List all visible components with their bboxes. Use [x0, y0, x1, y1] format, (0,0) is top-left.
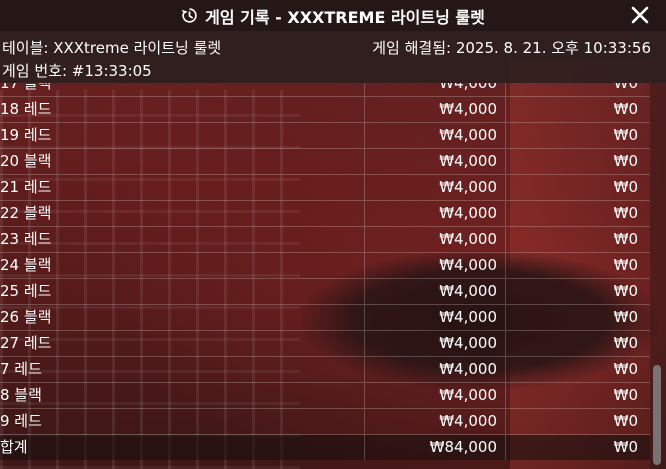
table-row: 19 레드 ₩4,000 ₩0 [0, 123, 650, 149]
table-name: 테이블: XXXtreme 라이트닝 룰렛 [2, 39, 222, 57]
amount-cell: ₩4,000 [439, 334, 497, 352]
table-row: 26 블랙 ₩4,000 ₩0 [0, 305, 650, 331]
game-number: 게임 번호: #13:33:05 [2, 62, 152, 80]
bet-cell: 23 레드 [0, 230, 52, 248]
total-amount: ₩84,000 [429, 438, 497, 456]
amount-cell: ₩4,000 [439, 204, 497, 222]
bet-cell: 24 블랙 [0, 256, 52, 274]
payout-cell: ₩0 [613, 83, 638, 92]
payout-cell: ₩0 [613, 152, 638, 170]
game-info-panel: 테이블: XXXtreme 라이트닝 룰렛 게임 해결됨: 2025. 8. 2… [0, 31, 666, 83]
amount-cell: ₩4,000 [439, 152, 497, 170]
game-resolved-time: 게임 해결됨: 2025. 8. 21. 오후 10:33:56 [372, 39, 651, 57]
table-row: 25 레드 ₩4,000 ₩0 [0, 279, 650, 305]
bet-cell: 9 레드 [0, 412, 42, 430]
table-row: 18 레드 ₩4,000 ₩0 [0, 97, 650, 123]
bet-cell: 26 블랙 [0, 308, 52, 326]
total-payout: ₩0 [613, 438, 638, 456]
bet-cell: 21 레드 [0, 178, 52, 196]
bet-cell: 25 레드 [0, 282, 52, 300]
amount-cell: ₩4,000 [439, 126, 497, 144]
table-row: 7 레드 ₩4,000 ₩0 [0, 357, 650, 383]
amount-cell: ₩4,000 [439, 360, 497, 378]
bet-history-table: 17 블랙 ₩4,000 ₩0 18 레드 ₩4,000 ₩0 19 레드 ₩4… [0, 83, 650, 469]
table-row: 8 블랙 ₩4,000 ₩0 [0, 383, 650, 409]
amount-cell: ₩4,000 [439, 282, 497, 300]
amount-cell: ₩4,000 [439, 256, 497, 274]
payout-cell: ₩0 [613, 308, 638, 326]
bet-cell: 8 블랙 [0, 386, 42, 404]
table-row: 22 블랙 ₩4,000 ₩0 [0, 201, 650, 227]
payout-cell: ₩0 [613, 334, 638, 352]
table-row: 21 레드 ₩4,000 ₩0 [0, 175, 650, 201]
amount-cell: ₩4,000 [439, 178, 497, 196]
payout-cell: ₩0 [613, 100, 638, 118]
total-row: 합계 ₩84,000 ₩0 [0, 435, 650, 460]
bet-cell: 20 블랙 [0, 152, 52, 170]
total-label: 합계 [0, 438, 28, 456]
bet-cell: 19 레드 [0, 126, 52, 144]
close-button[interactable] [628, 3, 652, 27]
amount-cell: ₩4,000 [439, 308, 497, 326]
scrollbar-thumb[interactable] [653, 365, 661, 465]
dialog-title-bar: 게임 기록 - XXXTREME 라이트닝 룰렛 [0, 0, 666, 31]
amount-cell: ₩4,000 [439, 230, 497, 248]
payout-cell: ₩0 [613, 230, 638, 248]
table-row: 20 블랙 ₩4,000 ₩0 [0, 149, 650, 175]
table-row: 9 레드 ₩4,000 ₩0 [0, 409, 650, 435]
payout-cell: ₩0 [613, 256, 638, 274]
scrollbar-track[interactable] [650, 83, 666, 469]
payout-cell: ₩0 [613, 412, 638, 430]
bet-cell: 17 블랙 [0, 83, 52, 92]
history-icon [181, 7, 198, 24]
close-icon[interactable] [628, 3, 652, 27]
table-row: 27 레드 ₩4,000 ₩0 [0, 331, 650, 357]
amount-cell: ₩4,000 [439, 412, 497, 430]
payout-cell: ₩0 [613, 126, 638, 144]
payout-cell: ₩0 [613, 204, 638, 222]
payout-cell: ₩0 [613, 360, 638, 378]
bet-cell: 22 블랙 [0, 204, 52, 222]
amount-cell: ₩4,000 [439, 83, 497, 92]
payout-cell: ₩0 [613, 178, 638, 196]
amount-cell: ₩4,000 [439, 386, 497, 404]
bet-cell: 7 레드 [0, 360, 42, 378]
dialog-title: 게임 기록 - XXXTREME 라이트닝 룰렛 [205, 7, 485, 27]
bet-cell: 18 레드 [0, 100, 52, 118]
payout-cell: ₩0 [613, 386, 638, 404]
table-row: 23 레드 ₩4,000 ₩0 [0, 227, 650, 253]
payout-cell: ₩0 [613, 282, 638, 300]
amount-cell: ₩4,000 [439, 100, 497, 118]
bet-cell: 27 레드 [0, 334, 52, 352]
table-row: 17 블랙 ₩4,000 ₩0 [0, 83, 650, 97]
table-row: 24 블랙 ₩4,000 ₩0 [0, 253, 650, 279]
